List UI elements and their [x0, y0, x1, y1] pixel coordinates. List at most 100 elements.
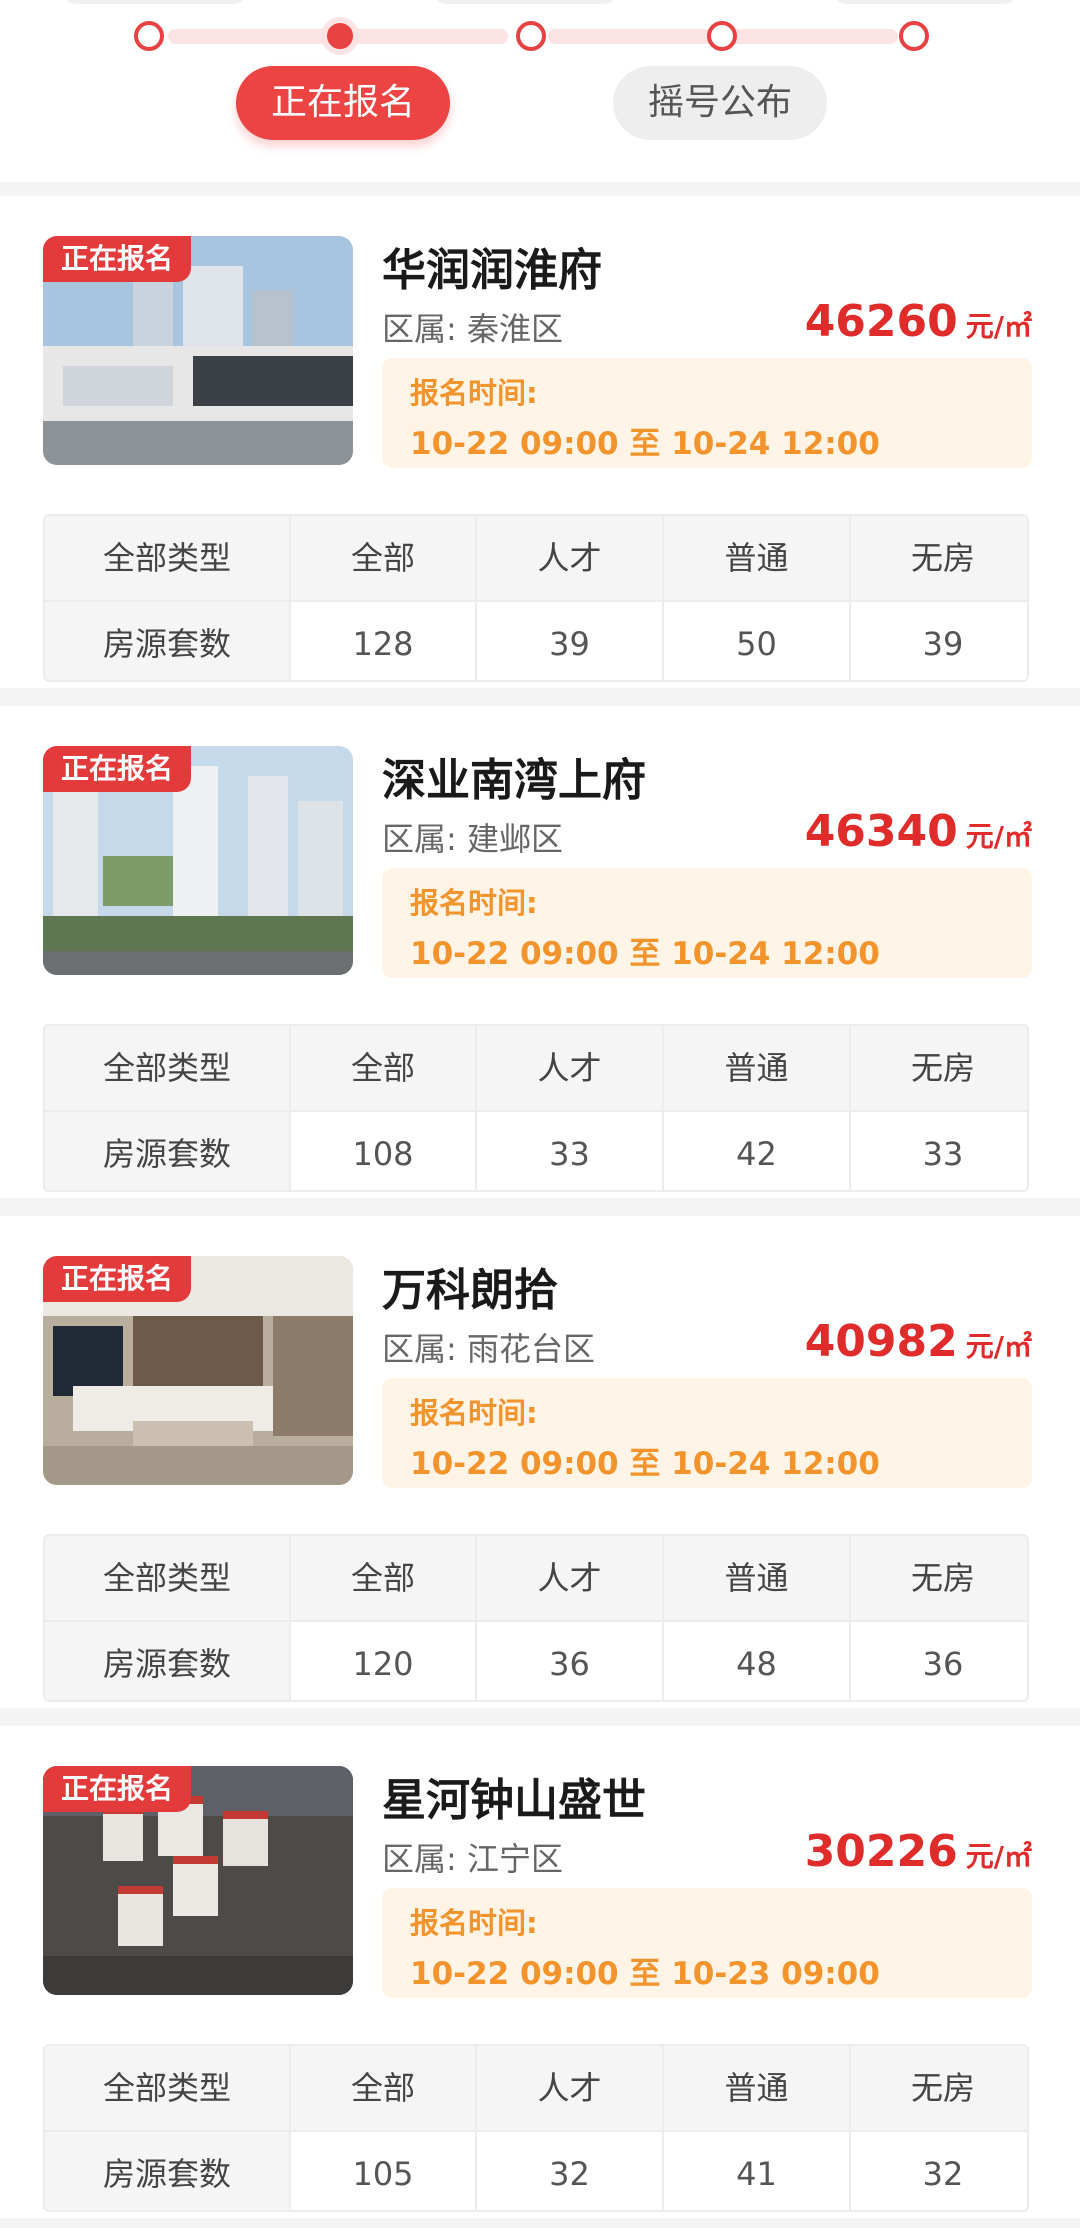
registering-badge: 正在报名	[43, 1766, 192, 1812]
step-dot	[134, 21, 164, 51]
count-normal: 41	[664, 2132, 849, 2210]
step-tab-stub[interactable]	[830, 0, 1020, 4]
project-card[interactable]: 正在报名 万科朗拾 区属: 雨花台区 40982 元/㎡ 报名时间: 10-22 …	[0, 1216, 1080, 1708]
district-text: 区属: 江宁区	[382, 1834, 563, 1880]
table-row-label: 房源套数	[45, 1112, 289, 1190]
price-value: 46260	[804, 296, 958, 347]
registering-badge: 正在报名	[43, 236, 192, 282]
table-header-talent: 人才	[477, 1026, 662, 1110]
count-all: 105	[291, 2132, 475, 2210]
count-talent: 39	[477, 602, 662, 680]
step-dot	[899, 21, 929, 51]
table-header-normal: 普通	[664, 2046, 849, 2130]
registration-time-label: 报名时间:	[410, 1906, 538, 1940]
registration-time-box: 报名时间: 10-22 09:00 至 10-24 12:00	[382, 1378, 1032, 1488]
price: 30226 元/㎡	[805, 1826, 1032, 1877]
count-normal: 42	[664, 1112, 849, 1190]
registration-time-value: 10-22 09:00 至 10-24 12:00	[410, 936, 880, 972]
project-card[interactable]: 正在报名 深业南湾上府 区属: 建邺区 46340 元/㎡ 报名时间: 10-22…	[0, 706, 1080, 1198]
progress-stepper: 正在报名 摇号公布	[0, 0, 1080, 182]
count-talent: 32	[477, 2132, 662, 2210]
table-header-normal: 普通	[664, 1026, 849, 1110]
registration-time-value: 10-22 09:00 至 10-24 12:00	[410, 1446, 880, 1482]
district-label: 区属:	[382, 1840, 467, 1878]
registration-time-label: 报名时间:	[410, 1396, 538, 1430]
district-value: 建邺区	[466, 820, 563, 858]
price: 40982 元/㎡	[805, 1316, 1032, 1367]
table-header-all: 全部	[291, 1536, 475, 1620]
project-image[interactable]: 正在报名	[43, 1766, 353, 1995]
count-talent: 36	[477, 1622, 662, 1700]
price-unit: 元/㎡	[965, 1330, 1032, 1363]
count-nohouse: 32	[851, 2132, 1027, 2210]
registration-time-value: 10-22 09:00 至 10-24 12:00	[410, 426, 880, 462]
table-header-type: 全部类型	[45, 1536, 289, 1620]
table-header-type: 全部类型	[45, 2046, 289, 2130]
registration-time-label: 报名时间:	[410, 886, 538, 920]
registration-time-box: 报名时间: 10-22 09:00 至 10-24 12:00	[382, 868, 1032, 978]
registration-time-box: 报名时间: 10-22 09:00 至 10-24 12:00	[382, 358, 1032, 468]
table-header-talent: 人才	[477, 516, 662, 600]
district-value: 秦淮区	[466, 310, 563, 348]
project-image[interactable]: 正在报名	[43, 1256, 353, 1485]
district-value: 江宁区	[466, 1840, 563, 1878]
count-talent: 33	[477, 1112, 662, 1190]
project-name: 星河钟山盛世	[382, 1775, 646, 1826]
project-card[interactable]: 正在报名 华润润淮府 区属: 秦淮区 46260 元/㎡ 报名时间: 10-22 …	[0, 196, 1080, 688]
table-header-talent: 人才	[477, 2046, 662, 2130]
project-name: 万科朗拾	[382, 1265, 558, 1316]
table-header-nohouse: 无房	[851, 1536, 1027, 1620]
district-text: 区属: 雨花台区	[382, 1324, 595, 1370]
table-row-label: 房源套数	[45, 1622, 289, 1700]
step-registering-button[interactable]: 正在报名	[236, 66, 450, 140]
registration-time-value: 10-22 09:00 至 10-23 09:00	[410, 1956, 880, 1992]
project-card[interactable]: 正在报名 星河钟山盛世 区属: 江宁区 30226 元/㎡ 报名时间: 10-22…	[0, 1726, 1080, 2218]
project-image[interactable]: 正在报名	[43, 236, 353, 465]
table-row-label: 房源套数	[45, 602, 289, 680]
step-tab-stub[interactable]	[430, 0, 620, 4]
table-header-all: 全部	[291, 1026, 475, 1110]
count-nohouse: 36	[851, 1622, 1027, 1700]
district-label: 区属:	[382, 310, 467, 348]
project-name: 华润润淮府	[382, 245, 602, 296]
project-image[interactable]: 正在报名	[43, 746, 353, 975]
table-header-nohouse: 无房	[851, 1026, 1027, 1110]
table-row-label: 房源套数	[45, 2132, 289, 2210]
step-tab-stub[interactable]	[60, 0, 250, 4]
price-value: 46340	[804, 806, 958, 857]
table-header-type: 全部类型	[45, 516, 289, 600]
district-value: 雨花台区	[466, 1330, 595, 1368]
count-normal: 50	[664, 602, 849, 680]
housing-count-table: 全部类型 全部 人才 普通 无房 房源套数 108 33 42 33	[43, 1024, 1029, 1192]
step-dot	[707, 21, 737, 51]
registering-badge: 正在报名	[43, 1256, 192, 1302]
count-normal: 48	[664, 1622, 849, 1700]
price: 46340 元/㎡	[805, 806, 1032, 857]
step-lottery-button[interactable]: 摇号公布	[613, 66, 827, 140]
price-unit: 元/㎡	[965, 1840, 1032, 1873]
price-value: 30226	[804, 1826, 958, 1877]
table-header-nohouse: 无房	[851, 2046, 1027, 2130]
housing-count-table: 全部类型 全部 人才 普通 无房 房源套数 120 36 48 36	[43, 1534, 1029, 1702]
price-unit: 元/㎡	[965, 820, 1032, 853]
district-text: 区属: 建邺区	[382, 814, 563, 860]
count-nohouse: 33	[851, 1112, 1027, 1190]
housing-count-table: 全部类型 全部 人才 普通 无房 房源套数 105 32 41 32	[43, 2044, 1029, 2212]
count-nohouse: 39	[851, 602, 1027, 680]
count-all: 120	[291, 1622, 475, 1700]
step-dot	[516, 21, 546, 51]
table-header-normal: 普通	[664, 1536, 849, 1620]
price: 46260 元/㎡	[805, 296, 1032, 347]
project-name: 深业南湾上府	[382, 755, 646, 806]
count-all: 128	[291, 602, 475, 680]
count-all: 108	[291, 1112, 475, 1190]
page: 正在报名 摇号公布 正在报名 华润润淮府 区属: 秦淮区 46260 元/㎡ 报名…	[0, 0, 1080, 2228]
district-label: 区属:	[382, 820, 467, 858]
table-header-normal: 普通	[664, 516, 849, 600]
price-unit: 元/㎡	[965, 310, 1032, 343]
district-text: 区属: 秦淮区	[382, 304, 563, 350]
step-dot-active	[321, 17, 359, 55]
registration-time-box: 报名时间: 10-22 09:00 至 10-23 09:00	[382, 1888, 1032, 1998]
table-header-all: 全部	[291, 516, 475, 600]
table-header-talent: 人才	[477, 1536, 662, 1620]
